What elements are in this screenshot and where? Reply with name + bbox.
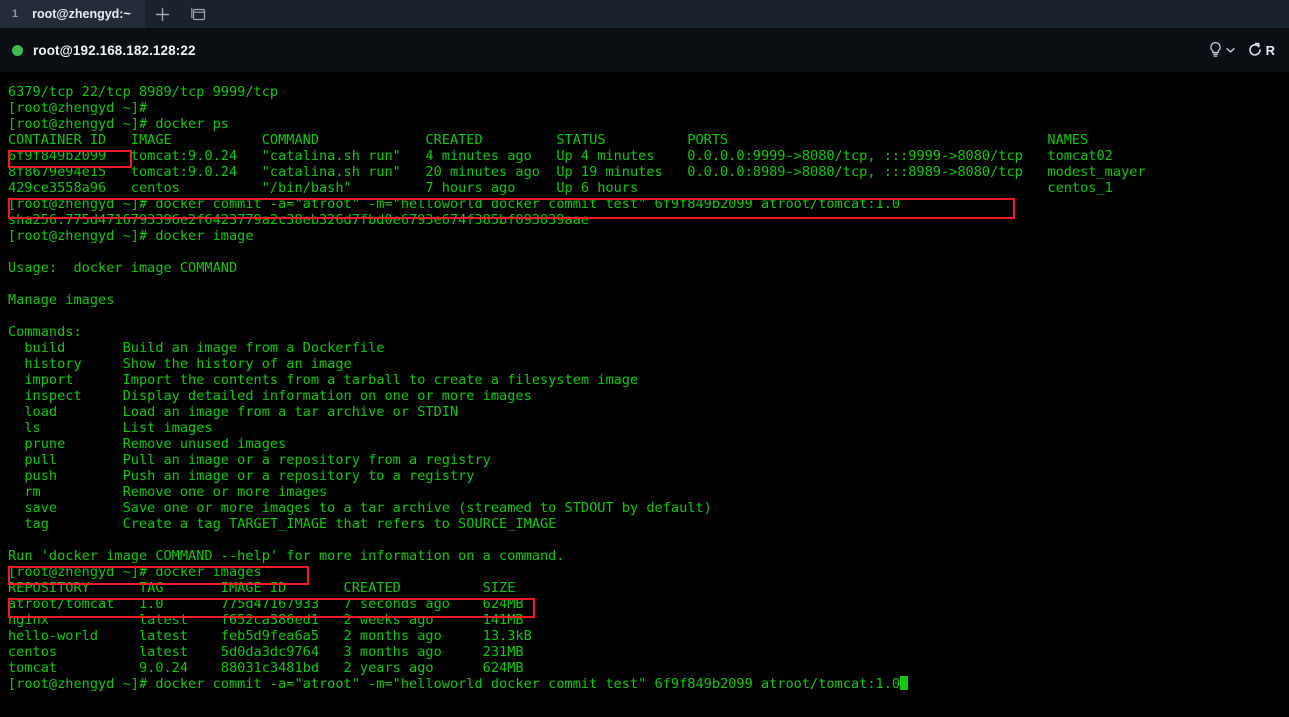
window-split-icon [191,7,206,21]
terminal-line: CONTAINER ID IMAGE COMMAND CREATED STATU… [8,132,1089,148]
tab-bar: 1 root@zhengyd:~ [0,0,1289,28]
terminal-tab[interactable]: 1 root@zhengyd:~ [0,0,145,28]
terminal-line: tomcat 9.0.24 88031c3481bd 2 years ago 6… [8,660,524,676]
terminal-line: import Import the contents from a tarbal… [8,372,639,388]
terminal-line: Usage: docker image COMMAND [8,260,238,276]
terminal-cursor [900,676,909,690]
terminal-output-area[interactable]: 6379/tcp 22/tcp 8989/tcp 9999/tcp [root@z… [0,72,1289,717]
terminal-line: 429ce3558a96 centos "/bin/bash" 7 hours … [8,180,1113,196]
reconnect-label: R [1265,42,1275,58]
terminal-line: [root@zhengyd ~]# docker ps [8,116,229,132]
terminal-line: save Save one or more images to a tar ar… [8,500,712,516]
session-header: root@192.168.182.128:22 R [0,28,1289,72]
terminal-line: Run 'docker image COMMAND --help' for mo… [8,548,565,564]
terminal-line: sha256:775d4716793396e2f6423779a2c38eb32… [8,212,590,228]
terminal-line: inspect Display detailed information on … [8,388,532,404]
new-tab-button[interactable] [145,0,181,28]
terminal-line: load Load an image from a tar archive or… [8,404,459,420]
reconnect-button[interactable]: R [1243,39,1279,61]
session-title: root@192.168.182.128:22 [33,42,196,58]
plus-icon [155,7,170,22]
terminal-line: atroot/tomcat 1.0 775d47167933 7 seconds… [8,596,524,612]
refresh-icon [1247,42,1263,58]
terminal-text: 6379/tcp 22/tcp 8989/tcp 9999/tcp [root@z… [8,84,1146,692]
terminal-line: [root@zhengyd ~]# docker image [8,228,254,244]
terminal-line: Manage images [8,292,115,308]
chevron-down-icon [1225,47,1235,54]
terminal-line: [root@zhengyd ~]# docker commit -a="atro… [8,196,901,212]
terminal-line: 8f8679e94e15 tomcat:9.0.24 "catalina.sh … [8,164,1146,180]
terminal-line: hello-world latest feb5d9fea6a5 2 months… [8,628,532,644]
terminal-prompt-line[interactable]: [root@zhengyd ~]# docker commit -a="atro… [8,676,1146,692]
terminal-line: [root@zhengyd ~]# [8,100,148,116]
terminal-line: REPOSITORY TAG IMAGE ID CREATED SIZE [8,580,516,596]
terminal-line: [root@zhengyd ~]# docker images [8,564,262,580]
terminal-line: nginx latest f652ca386ed1 2 weeks ago 14… [8,612,524,628]
tab-title-label: root@zhengyd:~ [32,7,131,21]
lightbulb-icon [1208,41,1223,59]
terminal-line: ls List images [8,420,213,436]
split-pane-button[interactable] [181,0,217,28]
terminal-line: rm Remove one or more images [8,484,328,500]
tab-index-label: 1 [12,8,19,20]
terminal-line: push Push an image or a repository to a … [8,468,475,484]
terminal-line: pull Pull an image or a repository from … [8,452,491,468]
terminal-line: build Build an image from a Dockerfile [8,340,385,356]
terminal-prompt-text: [root@zhengyd ~]# docker commit -a="atro… [8,676,901,692]
terminal-line: 6f9f849b2099 tomcat:9.0.24 "catalina.sh … [8,148,1113,164]
terminal-line: prune Remove unused images [8,436,287,452]
connection-status-dot [12,44,23,56]
terminal-line: 6379/tcp 22/tcp 8989/tcp 9999/tcp [8,84,279,100]
header-actions: R [1204,38,1279,62]
terminal-line: history Show the history of an image [8,356,352,372]
terminal-line: tag Create a tag TARGET_IMAGE that refer… [8,516,557,532]
terminal-line: Commands: [8,324,82,340]
tips-dropdown-button[interactable] [1204,38,1239,62]
terminal-line: centos latest 5d0da3dc9764 3 months ago … [8,644,524,660]
